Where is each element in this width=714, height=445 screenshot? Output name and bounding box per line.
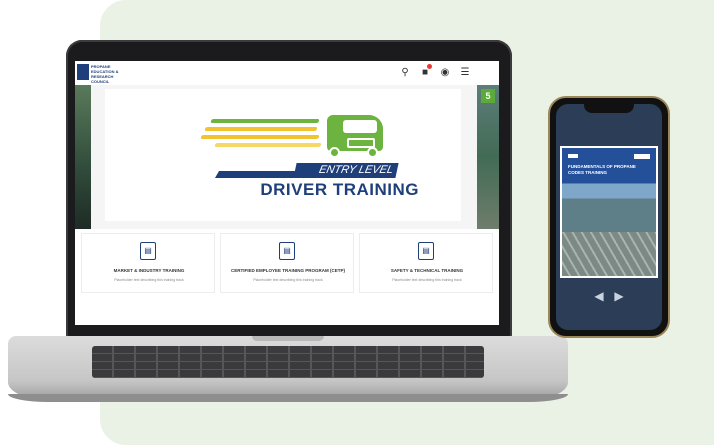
course-card-photo xyxy=(562,232,656,276)
laptop-screen: PROPANE EDUCATION & RESEARCH COUNCIL ⚲ ■… xyxy=(75,61,499,325)
lid-notch xyxy=(252,336,324,341)
wheel-icon xyxy=(329,147,340,158)
next-slide-preview[interactable]: 5 xyxy=(477,85,499,229)
user-icon[interactable]: ◉ xyxy=(439,67,451,79)
notification-dot xyxy=(427,64,432,69)
chevron-left-icon[interactable]: ◀ xyxy=(594,290,604,302)
phone-screen: FUNDAMENTALS OF PROPANE CODES TRAINING ◀… xyxy=(556,104,662,330)
card-title: SAFETY & TECHNICAL TRAINING xyxy=(390,268,464,273)
hero-subtitle: ENTRY LEVEL xyxy=(293,163,399,178)
phone-course-card[interactable]: FUNDAMENTALS OF PROPANE CODES TRAINING xyxy=(560,146,658,278)
card-title: MARKET & INDUSTRY TRAINING xyxy=(113,268,185,273)
speed-line xyxy=(200,135,320,139)
card-desc: Placeholder text describing this trainin… xyxy=(253,278,323,282)
hero-title: DRIVER TRAINING xyxy=(260,180,419,199)
logo-icon xyxy=(568,154,578,158)
training-cards: ▤ MARKET & INDUSTRY TRAINING Placeholder… xyxy=(75,233,499,297)
slide-badge: 5 xyxy=(481,89,495,103)
card-desc: Placeholder text describing this trainin… xyxy=(392,278,462,282)
speed-line xyxy=(214,143,322,147)
site-header: PROPANE EDUCATION & RESEARCH COUNCIL ⚲ ■… xyxy=(75,61,499,86)
partner-logo-icon xyxy=(634,154,650,159)
phone-notch xyxy=(584,104,634,113)
menu-icon[interactable]: ☰ xyxy=(459,67,471,79)
laptop-base-lip xyxy=(8,394,568,402)
wheel-icon xyxy=(367,147,378,158)
course-card-image: FUNDAMENTALS OF PROPANE CODES TRAINING xyxy=(562,148,656,232)
card-cetp[interactable]: ▤ CERTIFIED EMPLOYEE TRAINING PROGRAM (C… xyxy=(220,233,354,293)
logo-icon[interactable] xyxy=(77,64,89,80)
prev-slide-preview[interactable] xyxy=(75,85,91,229)
truck-window xyxy=(343,120,377,133)
speed-line xyxy=(210,119,320,123)
card-desc: Placeholder text describing this trainin… xyxy=(114,278,184,282)
document-icon: ▤ xyxy=(418,242,434,260)
document-icon: ▤ xyxy=(279,242,295,260)
keyboard-rows xyxy=(92,346,484,378)
hero-carousel: 5 ENTRY LEVEL DRIVER TRAINING xyxy=(75,85,499,229)
logo-text[interactable]: PROPANE EDUCATION & RESEARCH COUNCIL xyxy=(91,64,125,84)
card-market-industry[interactable]: ▤ MARKET & INDUSTRY TRAINING Placeholder… xyxy=(81,233,215,293)
card-title: CERTIFIED EMPLOYEE TRAINING PROGRAM (CET… xyxy=(230,268,345,273)
course-card-title: FUNDAMENTALS OF PROPANE CODES TRAINING xyxy=(568,164,636,175)
chevron-right-icon[interactable]: ▶ xyxy=(614,290,624,302)
search-icon[interactable]: ⚲ xyxy=(399,67,411,79)
speed-line xyxy=(204,127,318,131)
card-safety-technical[interactable]: ▤ SAFETY & TECHNICAL TRAINING Placeholde… xyxy=(359,233,493,293)
hero-slide[interactable]: ENTRY LEVEL DRIVER TRAINING xyxy=(105,89,461,221)
document-icon: ▤ xyxy=(140,242,156,260)
